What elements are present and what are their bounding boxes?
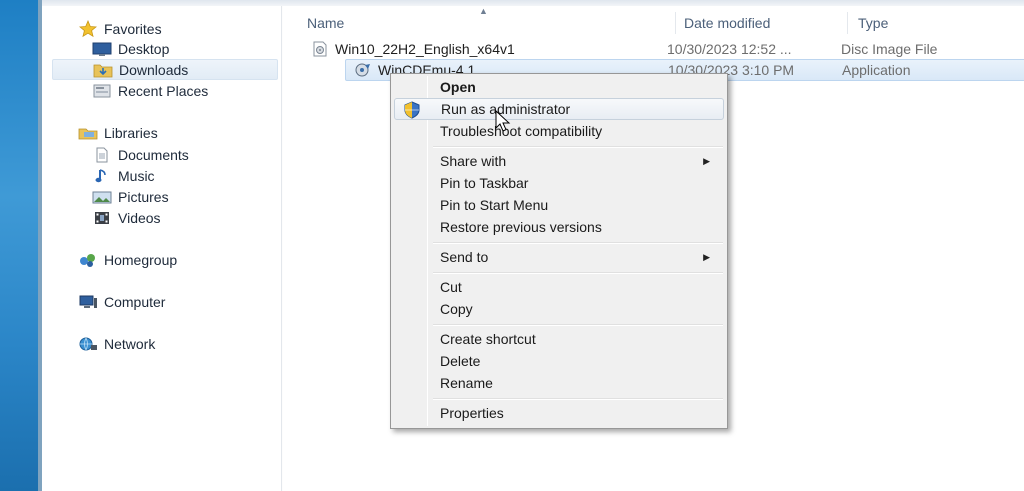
menu-item-delete[interactable]: Delete (394, 350, 724, 372)
menu-item-copy[interactable]: Copy (394, 298, 724, 320)
nav-downloads-label: Downloads (119, 61, 189, 78)
column-header-date-label: Date modified (684, 15, 771, 31)
file-row[interactable]: Win10_22H2_English_x64v1 10/30/2023 12:5… (303, 38, 963, 60)
nav-videos-label: Videos (118, 209, 161, 226)
menu-item-pin-start-label: Pin to Start Menu (440, 197, 549, 213)
nav-music-label: Music (118, 167, 155, 184)
menu-item-properties-label: Properties (440, 405, 504, 421)
recent-places-icon (92, 83, 112, 99)
file-name: Win10_22H2_English_x64v1 (335, 41, 515, 57)
menu-item-pin-taskbar-label: Pin to Taskbar (440, 175, 529, 191)
menu-item-restore-label: Restore previous versions (440, 219, 602, 235)
menu-item-copy-label: Copy (440, 301, 473, 317)
sort-ascending-icon: ▲ (479, 6, 488, 16)
desktop-icon (92, 41, 112, 57)
nav-recent-places-label: Recent Places (118, 82, 209, 99)
submenu-arrow-icon: ▶ (703, 251, 710, 262)
nav-homegroup-label: Homegroup (104, 251, 178, 268)
menu-item-send-to-label: Send to (440, 249, 489, 265)
nav-computer[interactable]: Computer (78, 291, 165, 312)
star-icon (78, 19, 98, 37)
nav-libraries-label: Libraries (104, 124, 158, 141)
menu-item-troubleshoot-label: Troubleshoot compatibility (440, 123, 603, 139)
menu-item-rename[interactable]: Rename (394, 372, 724, 394)
nav-libraries[interactable]: Libraries (78, 122, 158, 143)
column-header-name[interactable]: Name (307, 12, 344, 34)
document-icon (92, 147, 112, 163)
menu-separator (433, 272, 723, 274)
nav-favorites-label: Favorites (104, 20, 162, 37)
menu-item-share-with[interactable]: Share with ▶ (394, 150, 724, 172)
menu-separator (433, 398, 723, 400)
nav-network[interactable]: Network (78, 333, 155, 354)
menu-item-troubleshoot-compatibility[interactable]: Troubleshoot compatibility (394, 120, 724, 142)
nav-downloads[interactable]: Downloads (52, 59, 278, 80)
menu-item-send-to[interactable]: Send to ▶ (394, 246, 724, 268)
mouse-pointer-icon (495, 109, 511, 132)
menu-item-create-shortcut[interactable]: Create shortcut (394, 328, 724, 350)
desktop-background-edge (0, 0, 42, 491)
menu-item-pin-to-taskbar[interactable]: Pin to Taskbar (394, 172, 724, 194)
disc-image-icon (311, 41, 329, 57)
menu-item-delete-label: Delete (440, 353, 481, 369)
context-menu: Open Run as administrator Troubleshoot c… (390, 73, 728, 429)
column-separator[interactable] (675, 12, 676, 34)
file-date-modified: 10/30/2023 12:52 ... (667, 41, 792, 57)
menu-separator (433, 324, 723, 326)
nav-desktop-label: Desktop (118, 40, 170, 57)
menu-item-restore-previous-versions[interactable]: Restore previous versions (394, 216, 724, 238)
homegroup-icon (78, 252, 98, 268)
menu-item-open[interactable]: Open (394, 76, 724, 98)
nav-recent-places[interactable]: Recent Places (92, 80, 208, 101)
menu-item-run-as-administrator[interactable]: Run as administrator (394, 98, 724, 120)
nav-videos[interactable]: Videos (92, 207, 161, 228)
nav-favorites[interactable]: Favorites (78, 18, 162, 39)
menu-item-cut[interactable]: Cut (394, 276, 724, 298)
menu-item-properties[interactable]: Properties (394, 402, 724, 424)
film-icon (92, 210, 112, 226)
music-note-icon (92, 168, 112, 184)
file-type: Disc Image File (841, 41, 938, 57)
nav-homegroup[interactable]: Homegroup (78, 249, 177, 270)
network-icon (78, 336, 98, 352)
menu-item-open-label: Open (440, 79, 476, 95)
submenu-arrow-icon: ▶ (703, 155, 710, 166)
navigation-pane[interactable]: Favorites Desktop Downloads Recent Place… (42, 6, 282, 491)
menu-separator (433, 242, 723, 244)
nav-music[interactable]: Music (92, 165, 155, 186)
menu-separator (433, 146, 723, 148)
wincdemu-app-icon (354, 62, 372, 78)
column-header-type[interactable]: Type (858, 12, 888, 34)
file-type: Application (842, 62, 911, 78)
menu-item-pin-to-start-menu[interactable]: Pin to Start Menu (394, 194, 724, 216)
nav-documents-label: Documents (118, 146, 189, 163)
column-separator[interactable] (847, 12, 848, 34)
menu-item-share-with-label: Share with (440, 153, 507, 169)
nav-documents[interactable]: Documents (92, 144, 189, 165)
picture-icon (92, 189, 112, 205)
menu-item-cut-label: Cut (440, 279, 462, 295)
column-header-type-label: Type (858, 15, 889, 31)
uac-shield-icon (403, 101, 421, 119)
nav-desktop[interactable]: Desktop (92, 38, 169, 59)
library-icon (78, 125, 98, 141)
menu-item-create-shortcut-label: Create shortcut (440, 331, 536, 347)
column-header-date-modified[interactable]: Date modified (684, 12, 770, 34)
nav-pictures-label: Pictures (118, 188, 169, 205)
column-header-name-label: Name (307, 15, 345, 31)
folder-download-icon (93, 62, 113, 78)
nav-network-label: Network (104, 335, 156, 352)
computer-icon (78, 294, 98, 310)
nav-pictures[interactable]: Pictures (92, 186, 169, 207)
menu-item-rename-label: Rename (440, 375, 493, 391)
nav-computer-label: Computer (104, 293, 166, 310)
